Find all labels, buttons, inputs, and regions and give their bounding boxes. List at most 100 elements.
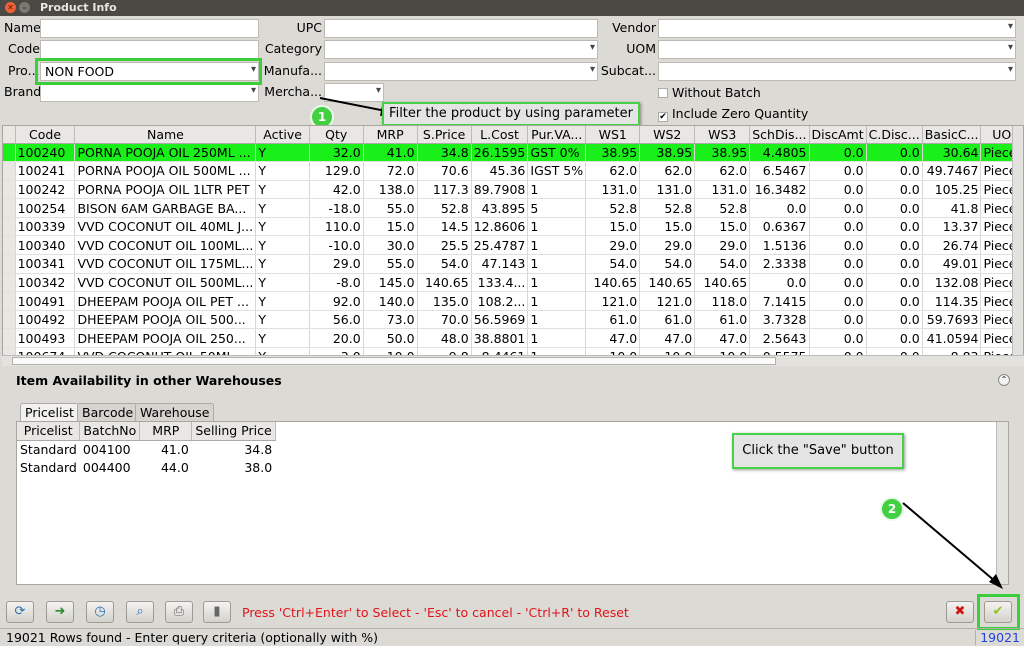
without-batch-checkbox[interactable]: Without Batch — [658, 85, 761, 100]
table-row[interactable]: 100339 VVD COCONUT OIL 40ML J... Y 110.0 15.… — [3, 217, 1023, 237]
column-header[interactable]: BatchNo — [79, 422, 141, 441]
row-header[interactable] — [3, 217, 16, 237]
collapse-icon[interactable]: ⌃ — [998, 374, 1010, 386]
product-table-body: 100240 PORNA POOJA OIL 250ML ... Y 32.0 41.0… — [3, 143, 1023, 365]
availability-row[interactable]: Standard 004400 44.0 38.0 — [17, 458, 275, 476]
minimize-window-button[interactable]: – — [19, 2, 30, 13]
table-cell: 140.65 — [694, 273, 751, 293]
row-header[interactable] — [3, 235, 16, 256]
table-row[interactable]: 100492 DHEEPAM POOJA OIL 500... Y 56.0 73.0 7… — [3, 310, 1023, 330]
table-cell: 15.0 — [694, 217, 751, 237]
grid-horizontal-scrollbar[interactable] — [2, 355, 1024, 366]
arrow-right-icon: ➜ — [54, 604, 66, 619]
include-zero-quantity-checkbox[interactable]: ✔ Include Zero Quantity — [658, 106, 808, 122]
column-header[interactable]: Pur.VA... — [527, 126, 587, 144]
column-header[interactable]: L.Cost — [471, 126, 529, 144]
close-icon: ✖ — [954, 604, 966, 619]
name-input[interactable] — [40, 19, 259, 38]
table-cell: 3.7328 — [749, 310, 810, 330]
table-cell: 1 — [527, 310, 587, 330]
tab-barcode[interactable]: Barcode — [77, 403, 139, 421]
row-header[interactable] — [3, 273, 16, 293]
cancel-button[interactable]: ✖ — [946, 601, 974, 623]
column-header[interactable]: Name — [74, 126, 257, 144]
table-row[interactable]: 100241 PORNA POOJA OIL 500ML ... Y 129.0 72.… — [3, 161, 1023, 181]
column-header[interactable]: MRP — [139, 422, 193, 441]
table-cell: 16.3482 — [749, 180, 810, 200]
table-row[interactable]: 100341 VVD COCONUT OIL 175ML... Y 29.0 55.0 5… — [3, 254, 1023, 274]
upc-input[interactable] — [324, 19, 598, 38]
column-header[interactable]: Qty — [309, 126, 364, 144]
row-header[interactable] — [3, 310, 16, 330]
delete-button[interactable]: ▮ — [203, 601, 231, 623]
table-row[interactable]: 100342 VVD COCONUT OIL 500ML... Y -8.0 145.0… — [3, 273, 1023, 293]
subcategory-select[interactable] — [658, 62, 1016, 81]
column-header[interactable]: S.Price — [417, 126, 472, 144]
table-cell: Y — [255, 143, 310, 163]
column-header[interactable]: WS2 — [639, 126, 696, 144]
table-cell: 14.5 — [417, 217, 472, 237]
row-header[interactable] — [3, 198, 16, 218]
column-header[interactable]: C.Disc... — [866, 126, 923, 144]
table-cell: 114.35 — [922, 291, 982, 311]
column-header[interactable]: Pricelist — [17, 422, 81, 441]
table-row[interactable]: 100240 PORNA POOJA OIL 250ML ... Y 32.0 41.0… — [3, 143, 1023, 163]
availability-cell: 41.0 — [160, 441, 189, 457]
table-cell: 0.0 — [866, 198, 923, 218]
column-header[interactable]: MRP — [363, 126, 418, 144]
refresh-icon: ⟳ — [14, 604, 26, 619]
manufacturer-select[interactable] — [324, 62, 598, 81]
row-header[interactable] — [3, 180, 16, 200]
column-header[interactable]: SchDis... — [749, 126, 810, 144]
table-row[interactable]: 100254 BISON 6AM GARBAGE BA... Y -18.0 55.0 5… — [3, 198, 1023, 218]
table-cell: Y — [255, 198, 310, 218]
column-header[interactable]: DiscAmt — [809, 126, 867, 144]
table-cell: 54.0 — [694, 254, 751, 274]
table-cell: 62.0 — [585, 161, 641, 181]
table-row[interactable]: 100493 DHEEPAM POOJA OIL 250... Y 20.0 50.0 4… — [3, 328, 1023, 349]
table-cell: 100342 — [15, 273, 76, 293]
grid-horizontal-scroll-thumb[interactable] — [12, 357, 776, 365]
table-row[interactable]: 100340 VVD COCONUT OIL 100ML... Y -10.0 30.0… — [3, 235, 1023, 256]
column-header[interactable]: Selling Price — [191, 422, 276, 441]
table-row[interactable]: 100242 PORNA POOJA OIL 1LTR PET Y 42.0 138.0… — [3, 180, 1023, 200]
availability-row[interactable]: Standard 004100 41.0 34.8 — [17, 440, 275, 458]
uom-select[interactable] — [658, 40, 1016, 59]
forward-button[interactable]: ➜ — [46, 601, 74, 623]
print-button[interactable]: ⎙ — [165, 601, 193, 623]
column-header[interactable]: BasicC... — [922, 126, 982, 144]
history-button[interactable]: ◷ — [86, 601, 114, 623]
table-cell: 140.65 — [585, 273, 641, 293]
column-header[interactable]: WS1 — [585, 126, 641, 144]
vendor-select[interactable] — [658, 19, 1016, 38]
table-cell: 89.7908 — [471, 180, 529, 200]
row-header[interactable] — [3, 161, 16, 181]
table-cell: 45.36 — [471, 161, 529, 181]
column-header[interactable]: WS3 — [694, 126, 751, 144]
table-cell: 54.0 — [417, 254, 472, 274]
save-button-highlight — [977, 594, 1020, 630]
table-cell: 1.5136 — [749, 235, 810, 256]
row-header[interactable] — [3, 254, 16, 274]
grid-vertical-scrollbar[interactable] — [1012, 126, 1023, 365]
table-cell: 0.0 — [866, 180, 923, 200]
table-cell: DHEEPAM POOJA OIL PET ... — [74, 291, 257, 311]
row-header[interactable] — [3, 291, 16, 311]
category-select[interactable] — [324, 40, 598, 59]
close-window-button[interactable]: ✕ — [5, 2, 16, 13]
row-header[interactable] — [3, 143, 16, 163]
tab-warehouse[interactable]: Warehouse — [135, 403, 215, 421]
column-header[interactable]: Active — [255, 126, 310, 144]
table-row[interactable]: 100491 DHEEPAM POOJA OIL PET ... Y 92.0 140.… — [3, 291, 1023, 311]
tab-pricelist[interactable]: Pricelist — [20, 403, 79, 421]
table-cell: Y — [255, 235, 310, 256]
zoom-button[interactable]: ⌕ — [126, 601, 154, 623]
refresh-button[interactable]: ⟳ — [6, 601, 34, 623]
product-grid[interactable]: Code Name Active Qty MRP S.Price L.Cost … — [2, 125, 1024, 366]
row-header[interactable] — [3, 328, 16, 349]
code-input[interactable] — [40, 40, 259, 59]
table-cell: GST 0% — [527, 143, 587, 163]
brand-select[interactable] — [40, 83, 259, 102]
column-header[interactable]: Code — [15, 126, 76, 144]
print-icon: ⎙ — [173, 604, 185, 619]
